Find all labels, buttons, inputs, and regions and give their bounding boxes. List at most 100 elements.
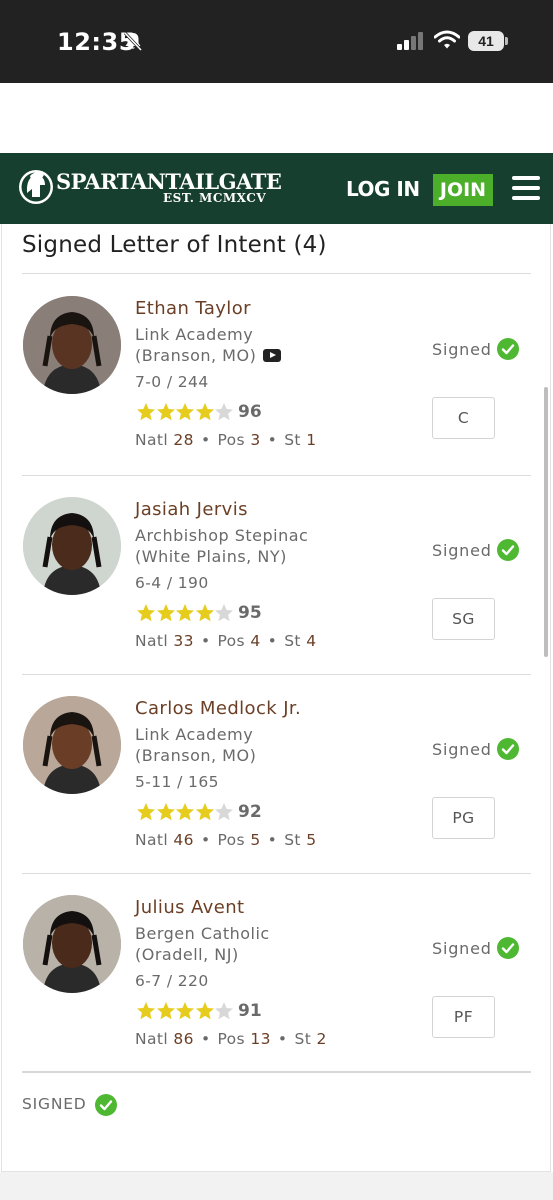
player-height-weight: 6-4 / 190: [135, 574, 209, 592]
player-avatar[interactable]: [23, 696, 121, 794]
section-title: Signed Letter of Intent (4): [22, 232, 327, 258]
player-location: (Oradell, NJ): [135, 945, 239, 964]
bottom-safe-area: [0, 1172, 553, 1200]
st-label: St: [284, 831, 301, 849]
join-button[interactable]: JOIN: [433, 174, 493, 206]
natl-label: Natl: [135, 1030, 169, 1048]
hamburger-menu-icon[interactable]: [512, 176, 540, 200]
check-circle-icon: [95, 1094, 117, 1116]
wifi-icon: [434, 30, 460, 49]
page-gap: [0, 83, 553, 153]
natl-label: Natl: [135, 632, 169, 650]
pos-label: Pos: [217, 431, 246, 449]
pos-label: Pos: [217, 831, 246, 849]
player-name[interactable]: Julius Avent: [135, 897, 244, 918]
state-rank: 1: [306, 431, 317, 449]
spartan-helmet-logo-icon[interactable]: [18, 167, 54, 207]
separator: •: [277, 1030, 288, 1048]
natl-rank: 46: [173, 831, 194, 849]
player-height-weight: 5-11 / 165: [135, 773, 219, 791]
st-label: St: [284, 632, 301, 650]
divider: [22, 1071, 531, 1073]
star-rating-icon: [136, 603, 234, 623]
player-avatar[interactable]: [23, 895, 121, 993]
position-badge[interactable]: PF: [432, 996, 495, 1038]
pos-rank: 3: [250, 431, 261, 449]
separator: •: [267, 831, 278, 849]
player-ranks: Natl 33 • Pos 4 • St 4: [135, 632, 317, 650]
separator: •: [200, 1030, 211, 1048]
battery-icon: 41: [468, 31, 508, 51]
scrollbar[interactable]: [544, 387, 548, 657]
natl-label: Natl: [135, 431, 169, 449]
player-rating: 91: [238, 1001, 262, 1021]
st-label: St: [294, 1030, 312, 1048]
star-rating-icon: [136, 402, 234, 422]
player-row[interactable]: Ethan Taylor Link Academy (Branson, MO) 7-0…: [0, 274, 553, 473]
player-height-weight: 6-7 / 220: [135, 972, 209, 990]
status-bar: 12:35 41: [0, 0, 553, 83]
player-ranks: Natl 86 • Pos 13 • St 2: [135, 1030, 327, 1048]
video-play-icon[interactable]: [263, 349, 281, 362]
signed-status: Signed: [432, 340, 492, 359]
pos-rank: 4: [250, 632, 261, 650]
player-location: (Branson, MO): [135, 746, 257, 765]
login-link[interactable]: LOG IN: [346, 177, 420, 201]
signed-status: Signed: [432, 740, 492, 759]
st-label: St: [284, 431, 301, 449]
star-rating-icon: [136, 802, 234, 822]
player-school: Link Academy: [135, 725, 254, 744]
bell-muted-icon: [123, 31, 143, 52]
player-ranks: Natl 46 • Pos 5 • St 5: [135, 831, 317, 849]
player-height-weight: 7-0 / 244: [135, 373, 209, 391]
player-school: Bergen Catholic: [135, 924, 270, 943]
player-rating: 96: [238, 402, 262, 422]
player-name[interactable]: Carlos Medlock Jr.: [135, 698, 301, 719]
player-avatar[interactable]: [23, 296, 121, 394]
site-header: SPARTANTAILGATE EST. MCMXCV LOG IN JOIN: [0, 153, 553, 224]
player-location: (White Plains, NY): [135, 547, 287, 566]
position-badge[interactable]: C: [432, 397, 495, 439]
check-circle-icon: [497, 539, 519, 561]
state-rank: 4: [306, 632, 317, 650]
player-ranks: Natl 28 • Pos 3 • St 1: [135, 431, 317, 449]
separator: •: [267, 431, 278, 449]
brand-tagline: EST. MCMXCV: [163, 191, 267, 205]
player-name[interactable]: Ethan Taylor: [135, 298, 251, 319]
player-school: Archbishop Stepinac: [135, 526, 309, 545]
cellular-signal-icon: [397, 32, 423, 50]
pos-label: Pos: [217, 632, 246, 650]
battery-level: 41: [468, 31, 504, 51]
separator: •: [200, 831, 211, 849]
player-name[interactable]: Jasiah Jervis: [135, 499, 248, 520]
natl-rank: 86: [173, 1030, 194, 1048]
star-rating-icon: [136, 1001, 234, 1021]
player-rating: 92: [238, 802, 262, 822]
player-avatar[interactable]: [23, 497, 121, 595]
position-badge[interactable]: SG: [432, 598, 495, 640]
check-circle-icon: [497, 937, 519, 959]
player-rating: 95: [238, 603, 262, 623]
pos-label: Pos: [217, 1030, 246, 1048]
state-rank: 2: [316, 1030, 327, 1048]
player-school: Link Academy: [135, 325, 254, 344]
check-circle-icon: [497, 738, 519, 760]
footer-signed-label: SIGNED: [22, 1095, 87, 1113]
pos-rank: 13: [250, 1030, 271, 1048]
player-row[interactable]: Jasiah Jervis Archbishop Stepinac (White P…: [0, 475, 553, 674]
natl-rank: 33: [173, 632, 194, 650]
natl-rank: 28: [173, 431, 194, 449]
natl-label: Natl: [135, 831, 169, 849]
player-location: (Branson, MO): [135, 346, 257, 365]
separator: •: [267, 632, 278, 650]
signed-status: Signed: [432, 939, 492, 958]
separator: •: [200, 431, 211, 449]
separator: •: [200, 632, 211, 650]
position-badge[interactable]: PG: [432, 797, 495, 839]
pos-rank: 5: [250, 831, 261, 849]
state-rank: 5: [306, 831, 317, 849]
check-circle-icon: [497, 338, 519, 360]
player-row[interactable]: Julius Avent Bergen Catholic (Oradell, NJ)…: [0, 873, 553, 1072]
signed-status: Signed: [432, 541, 492, 560]
player-row[interactable]: Carlos Medlock Jr. Link Academy (Branson, …: [0, 674, 553, 873]
